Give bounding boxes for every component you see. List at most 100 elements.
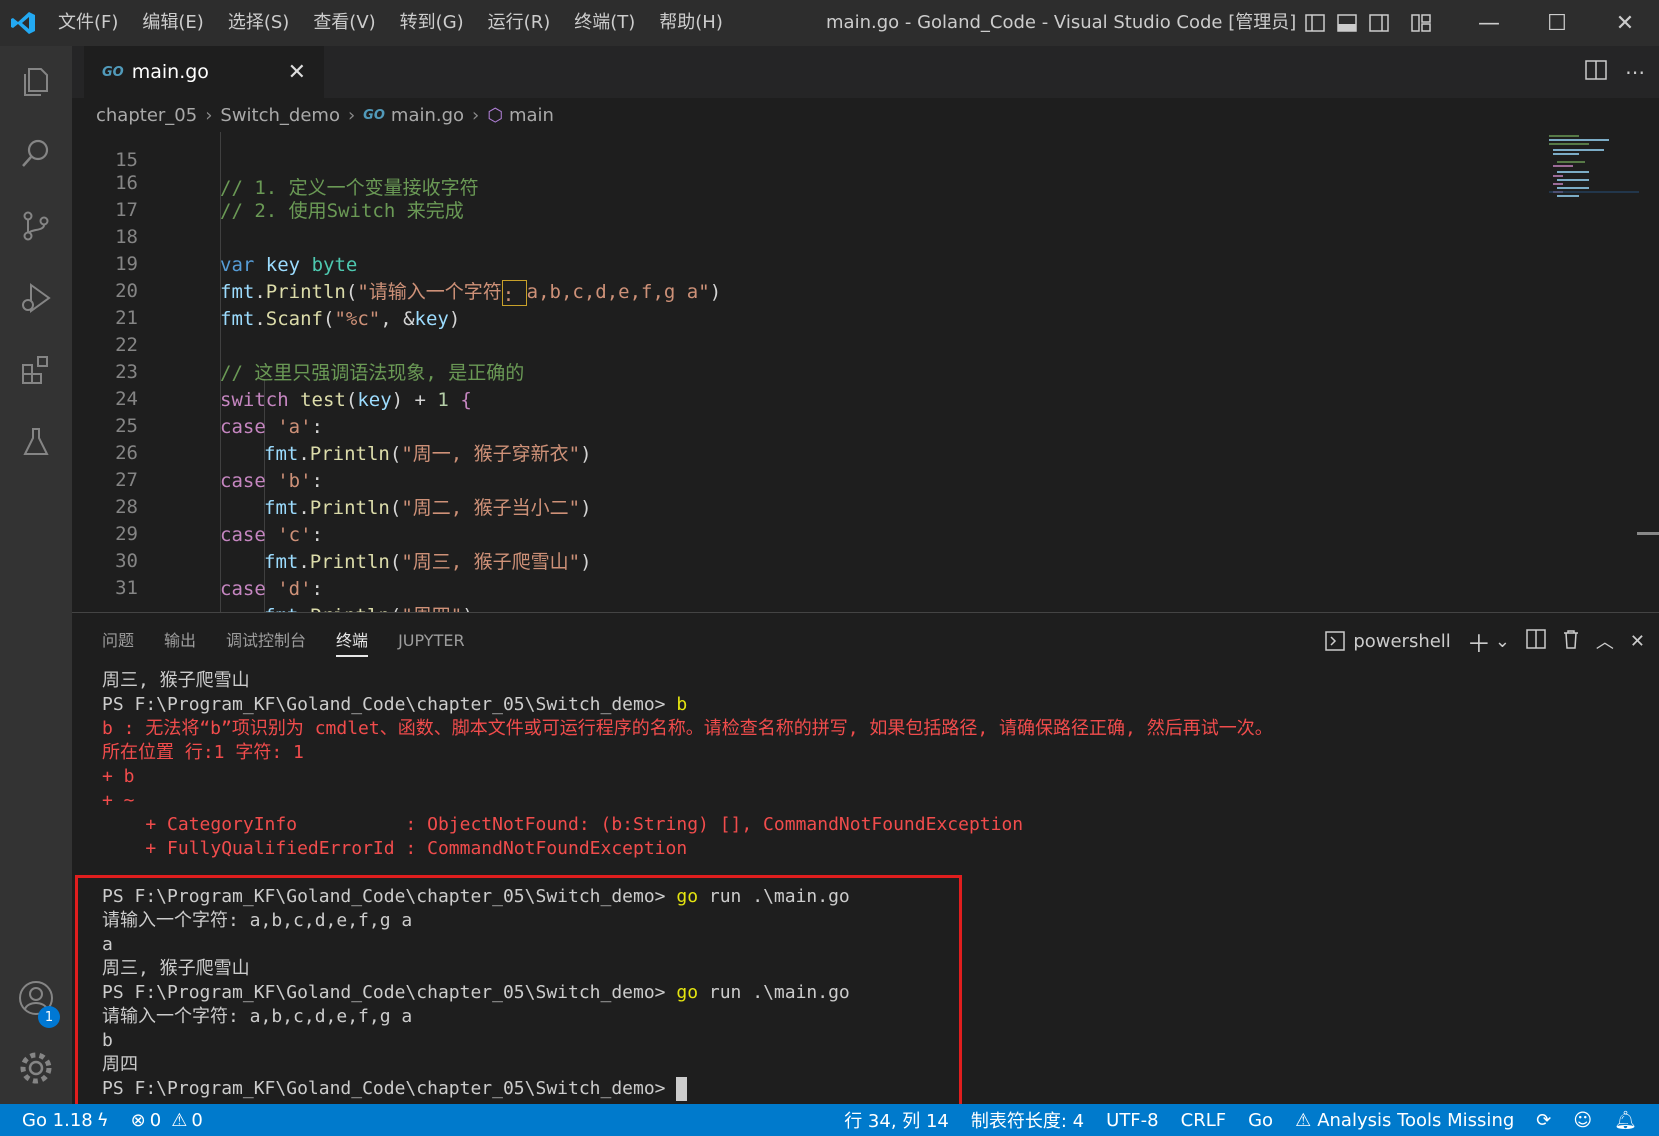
tab-label: main.go [131,61,209,83]
chevron-right-icon: › [205,104,213,126]
notifications-bell-icon[interactable]: 🔔︎ [1614,1110,1637,1131]
code-line: 16 // 2. 使用Switch 来完成 [72,141,1572,222]
trash-icon[interactable] [1562,629,1580,654]
new-terminal-plus-icon[interactable]: ＋ [1467,624,1491,659]
minimize-button[interactable]: — [1455,0,1523,46]
source-control-icon[interactable] [0,190,72,262]
breadcrumb-file[interactable]: main.go [391,105,464,126]
menu-view[interactable]: 查看(V) [301,0,387,46]
go-file-icon: GO [102,64,124,80]
cube-symbol-icon: ⬡ [487,104,503,126]
cursor-position[interactable]: 行 34, 列 14 [844,1107,949,1133]
split-editor-icon[interactable] [1585,59,1607,85]
title-bar: 文件(F) 编辑(E) 选择(S) 查看(V) 转到(G) 运行(R) 终端(T… [0,0,1659,46]
feedback-icon[interactable]: ☺ [1573,1110,1592,1131]
code-line: 23 switch test(key) + 1 { [72,330,1572,411]
highlight-annotation-box [75,875,962,1131]
tab-jupyter[interactable]: JUPYTER [398,613,465,669]
lightning-icon[interactable]: ϟ [97,1110,109,1131]
menu-go[interactable]: 转到(G) [388,0,476,46]
title-controls: — ☐ ✕ [1299,0,1659,46]
code-line: 17 [72,168,1572,221]
tab-debug-console[interactable]: 调试控制台 [226,613,306,669]
warning-triangle-icon: ⚠ [1295,1109,1312,1131]
breadcrumb: chapter_05 › Switch_demo › GO main.go › … [72,98,1659,132]
menu-help[interactable]: 帮助(H) [647,0,735,46]
end-of-line[interactable]: CRLF [1181,1110,1226,1131]
terminal-shell-selector[interactable]: powershell [1325,631,1451,652]
code-line: 22 // 这里只强调语法现象, 是正确的 [72,303,1572,384]
explorer-icon[interactable] [0,46,72,118]
terminal-error-line: + CategoryInfo : ObjectNotFound: (b:Stri… [102,814,1024,835]
toggle-panel-icon[interactable] [1331,0,1363,46]
window-title: main.go - Goland_Code - Visual Studio Co… [826,12,1297,33]
terminal-error-line: b : 无法将“b”项识别为 cmdlet、函数、脚本文件或可运行程序的名称。请… [102,718,1273,739]
warning-count: 0 [191,1109,203,1131]
code-line: 29 fmt.Println("周三, 猴子爬雪山") [72,492,1572,573]
settings-gear-icon[interactable] [0,1032,72,1104]
error-circle-icon: ⊗ [130,1109,146,1131]
maximize-button[interactable]: ☐ [1523,0,1591,46]
maximize-panel-chevron-up-icon[interactable]: ︿ [1596,628,1614,654]
code-line: 25 fmt.Println("周一, 猴子穿新衣") [72,384,1572,465]
vscode-logo-icon [0,0,46,46]
terminal-error-line: + ~ [102,790,135,811]
search-icon[interactable] [0,118,72,190]
terminal-error-line: + b [102,766,135,787]
language-mode[interactable]: Go [1248,1110,1273,1131]
accounts-icon[interactable]: 1 [0,962,72,1034]
tab-size[interactable]: 制表符长度: 4 [971,1107,1084,1133]
warning-triangle-icon: ⚠ [171,1109,188,1131]
go-version[interactable]: Go 1.18 [22,1110,93,1131]
editor-actions: ⋯ [1585,46,1645,98]
code-text: case 'd': [220,578,323,600]
error-count: 0 [149,1109,162,1131]
toggle-sidebar-icon[interactable] [1299,0,1331,46]
menu-file[interactable]: 文件(F) [46,0,130,46]
tab-output[interactable]: 输出 [164,613,196,669]
encoding[interactable]: UTF-8 [1106,1110,1158,1131]
menu-run[interactable]: 运行(R) [476,0,563,46]
tab-terminal[interactable]: 终端 [336,613,369,669]
toggle-secondary-sidebar-icon[interactable] [1363,0,1395,46]
accounts-badge: 1 [38,1006,60,1028]
minimap[interactable] [1549,132,1639,212]
status-bar-right: 行 34, 列 14 制表符长度: 4 UTF-8 CRLF Go ⚠ Anal… [844,1104,1659,1136]
customize-layout-icon[interactable] [1405,0,1437,46]
breadcrumb-folder[interactable]: chapter_05 [96,105,197,126]
code-line: 27 fmt.Println("周二, 猴子当小二") [72,438,1572,519]
code-line: 24 case 'a': [72,357,1572,438]
code-line: 31 fmt.Println("周四") [72,546,1572,612]
testing-flask-icon[interactable] [0,406,72,478]
chevron-down-icon[interactable]: ⌄ [1495,631,1510,652]
panel-tabs: 问题 输出 调试控制台 终端 JUPYTER [72,613,465,669]
extensions-icon[interactable] [0,334,72,406]
close-tab-icon[interactable]: ✕ [288,60,306,85]
chevron-right-icon: › [472,104,480,126]
run-debug-icon[interactable] [0,262,72,334]
breadcrumb-subfolder[interactable]: Switch_demo [220,105,340,126]
code-line: 26 case 'b': [72,411,1572,492]
problems-indicator[interactable]: ⊗ 0 ⚠ 0 [131,1110,203,1131]
menu-selection[interactable]: 选择(S) [216,0,301,46]
more-actions-icon[interactable]: ⋯ [1625,60,1645,84]
menu-edit[interactable]: 编辑(E) [130,0,215,46]
code-line: 18 var key byte [72,195,1572,276]
go-file-icon: GO [363,107,385,123]
line-number: 31 [115,577,138,599]
close-panel-icon[interactable]: ✕ [1630,631,1645,652]
code-editor[interactable]: 15 // 1. 定义一个变量接收字符 16 // 2. 使用Switch 来完… [72,132,1659,612]
breadcrumb-symbol[interactable]: main [509,105,554,126]
terminal-line: 周三, 猴子爬雪山 [102,670,250,691]
sync-icon[interactable]: ⟳ [1536,1110,1551,1131]
split-terminal-icon[interactable] [1526,628,1546,654]
code-line: 30 case 'd': [72,519,1572,600]
analysis-tools-status[interactable]: ⚠ Analysis Tools Missing [1295,1110,1514,1131]
scrollbar-thumb[interactable] [1637,532,1659,535]
tab-problems[interactable]: 问题 [102,613,134,669]
menu-terminal[interactable]: 终端(T) [562,0,647,46]
close-window-button[interactable]: ✕ [1591,0,1659,46]
terminal-icon [1325,631,1346,651]
tab-main-go[interactable]: GO main.go ✕ [84,46,324,98]
shell-name: powershell [1353,630,1451,652]
